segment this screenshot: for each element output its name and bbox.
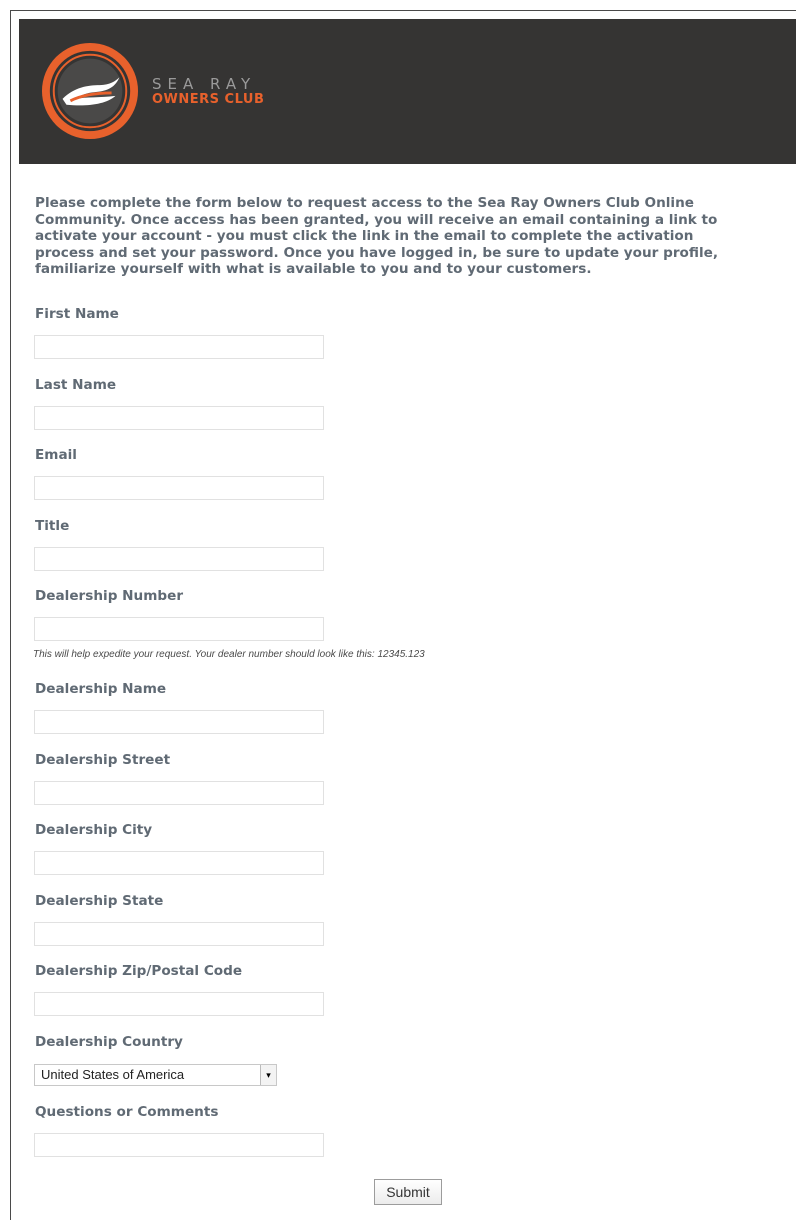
dealership-city-field: Dealership City [34,821,324,875]
dealership-country-field: Dealership Country United States of Amer… [34,1033,277,1086]
last-name-input[interactable] [34,406,324,430]
email-label: Email [35,447,77,463]
first-name-label: First Name [35,306,119,322]
dealership-number-label: Dealership Number [35,588,184,604]
sea-ray-logo-icon [41,42,139,140]
dealership-street-label: Dealership Street [35,752,171,768]
title-label: Title [35,518,70,534]
dealership-country-value: United States of America [41,1067,185,1082]
comments-field: Questions or Comments [34,1103,324,1157]
dealership-zip-field: Dealership Zip/Postal Code [34,962,324,1016]
title-field: Title [34,517,324,571]
dealership-zip-label: Dealership Zip/Postal Code [35,963,243,979]
dealership-street-field: Dealership Street [34,751,324,805]
email-input[interactable] [34,476,324,500]
dealership-number-field: Dealership Number This will help expedit… [33,587,425,660]
dealership-state-label: Dealership State [35,893,164,909]
intro-text: Please complete the form below to reques… [35,195,718,277]
last-name-label: Last Name [35,377,117,393]
dealership-state-field: Dealership State [34,892,324,946]
brand-line1: SEA RAY [152,75,257,93]
dealership-number-hint: This will help expedite your request. Yo… [33,649,425,660]
dealership-name-input[interactable] [34,710,324,734]
dealership-zip-input[interactable] [34,992,324,1016]
brand-line2: OWNERS CLUB [152,92,265,107]
first-name-input[interactable] [34,335,324,359]
dealership-city-input[interactable] [34,851,324,875]
email-field: Email [34,446,324,500]
dealership-street-input[interactable] [34,781,324,805]
dealership-name-field: Dealership Name [34,680,324,734]
title-input[interactable] [34,547,324,571]
dealership-city-label: Dealership City [35,822,153,838]
comments-input[interactable] [34,1133,324,1157]
comments-label: Questions or Comments [35,1104,219,1120]
last-name-field: Last Name [34,376,324,430]
dealership-number-input[interactable] [34,617,324,641]
dealership-country-select[interactable]: United States of America ▾ [34,1064,277,1086]
dealership-country-label: Dealership Country [35,1034,183,1050]
dealership-name-label: Dealership Name [35,681,167,697]
dealership-state-input[interactable] [34,922,324,946]
brand-logo-text: SEA RAY OWNERS CLUB [152,76,264,108]
chevron-down-icon[interactable]: ▾ [260,1065,276,1085]
site-header: SEA RAY OWNERS CLUB [19,19,796,164]
first-name-field: First Name [34,305,324,359]
submit-button[interactable]: Submit [374,1179,442,1205]
